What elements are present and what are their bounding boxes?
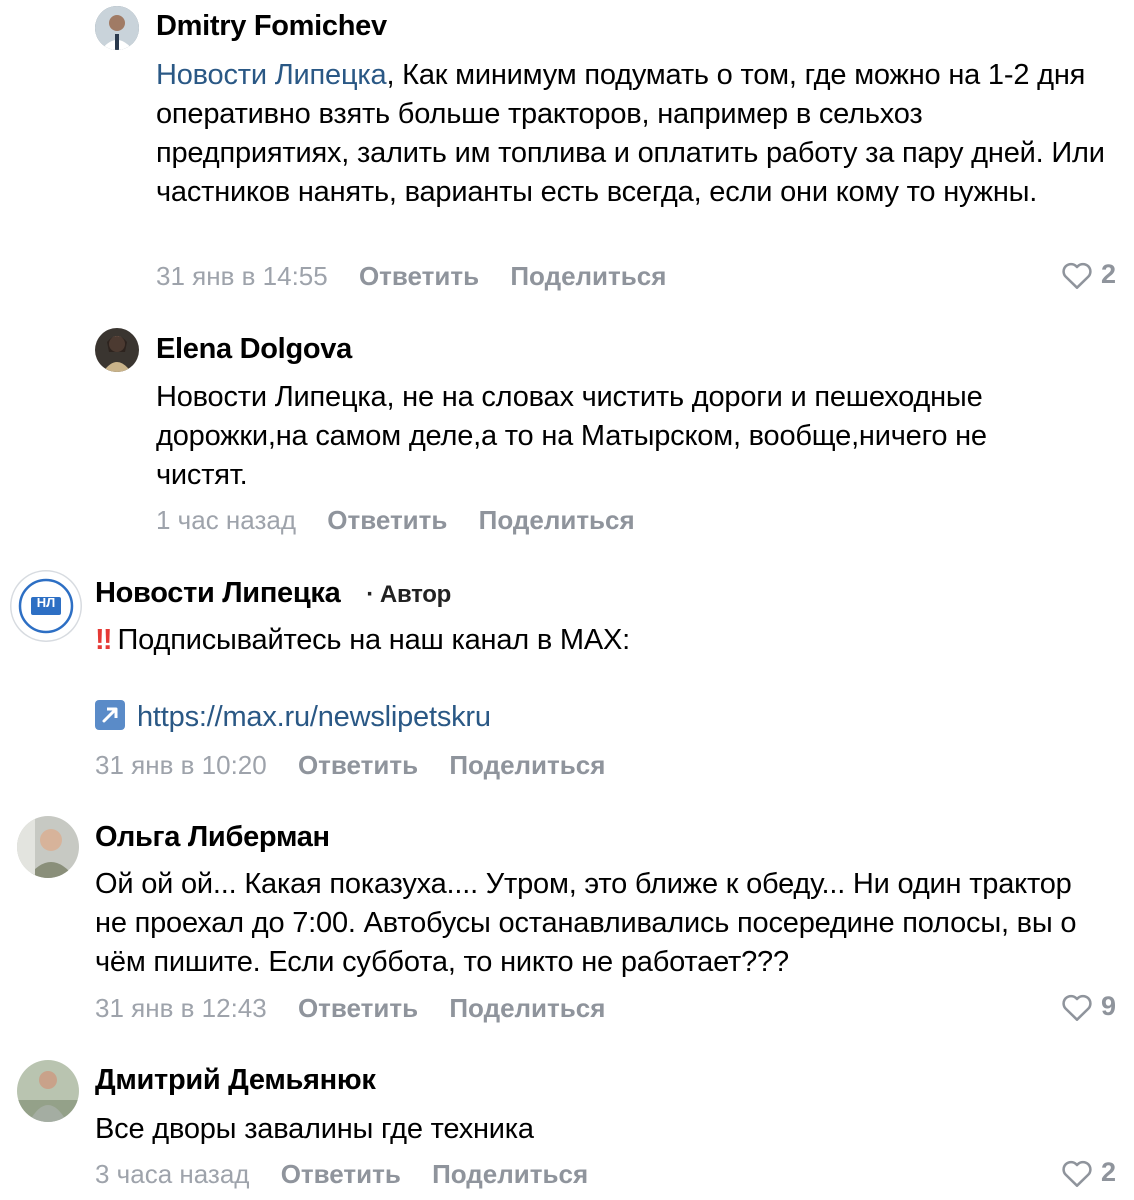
external-link-icon (95, 700, 125, 730)
like-button[interactable]: 2 (1061, 1157, 1116, 1188)
reply-button[interactable]: Ответить (281, 1159, 401, 1189)
comment-author-name[interactable]: Dmitry Fomichev (156, 10, 387, 43)
comment-body: Подписывайтесь на наш канал в MAX: (117, 624, 631, 656)
comment-link-line: https://max.ru/newslipetskru (95, 698, 1095, 737)
like-count: 2 (1100, 1157, 1116, 1187)
reply-button[interactable]: Ответить (298, 993, 418, 1023)
share-button[interactable]: Поделиться (449, 750, 605, 780)
avatar[interactable] (95, 6, 139, 50)
author-badge: · Автор (366, 581, 451, 608)
share-button[interactable]: Поделиться (479, 505, 635, 535)
comment-meta: 31 янв в 12:43 Ответить Поделиться (95, 993, 605, 1024)
comment-author-name[interactable]: Новости Липецка · Автор (95, 577, 451, 610)
reply-button[interactable]: Ответить (327, 505, 447, 535)
author-badge-label: Автор (379, 581, 451, 608)
reply-button[interactable]: Ответить (298, 750, 418, 780)
avatar[interactable] (17, 1060, 79, 1122)
mention-link[interactable]: Новости Липецка (156, 59, 387, 91)
share-button[interactable]: Поделиться (432, 1159, 588, 1189)
comment-timestamp[interactable]: 3 часа назад (95, 1159, 249, 1189)
comment-timestamp[interactable]: 31 янв в 10:20 (95, 750, 267, 780)
comment-meta: 31 янв в 10:20 Ответить Поделиться (95, 750, 605, 781)
heart-icon (1062, 1160, 1092, 1187)
avatar[interactable] (17, 816, 79, 878)
like-count: 9 (1100, 991, 1116, 1021)
reply-button[interactable]: Ответить (359, 261, 479, 291)
double-exclamation-icon: ‼ (95, 624, 112, 656)
author-badge-dot: · (366, 581, 374, 608)
comment-timestamp[interactable]: 1 час назад (156, 505, 296, 535)
heart-icon (1062, 262, 1092, 289)
avatar[interactable] (95, 328, 139, 372)
comment-text: Новости Липецка, Как минимум подумать о … (156, 56, 1116, 212)
comment-author-name[interactable]: Ольга Либерман (95, 821, 330, 854)
author-name-text[interactable]: Новости Липецка (95, 577, 341, 609)
avatar[interactable]: НЛ (10, 570, 82, 642)
comment-author-name[interactable]: Elena Dolgova (156, 333, 352, 366)
comment-text: Ой ой ой... Какая показуха.... Утром, эт… (95, 868, 1077, 978)
like-button[interactable]: 2 (1061, 259, 1116, 290)
heart-icon (1062, 994, 1092, 1021)
comment-meta: 31 янв в 14:55 Ответить Поделиться (156, 261, 666, 292)
comment-text: ‼ Подписывайтесь на наш канал в MAX: (95, 621, 1095, 660)
like-button[interactable]: 9 (1061, 991, 1116, 1022)
share-button[interactable]: Поделиться (510, 261, 666, 291)
comment-meta: 1 час назад Ответить Поделиться (156, 505, 635, 536)
comment-meta: 3 часа назад Ответить Поделиться (95, 1159, 588, 1190)
comment-text: Все дворы завалины где техника (95, 1113, 534, 1145)
like-count: 2 (1100, 259, 1116, 289)
channel-link[interactable]: https://max.ru/newslipetskru (137, 701, 491, 733)
comment-timestamp[interactable]: 31 янв в 14:55 (156, 261, 328, 291)
comment-author-name[interactable]: Дмитрий Демьянюк (95, 1064, 376, 1097)
comment-timestamp[interactable]: 31 янв в 12:43 (95, 993, 267, 1023)
comment-text: Новости Липецка, не на словах чистить до… (156, 381, 987, 491)
share-button[interactable]: Поделиться (449, 993, 605, 1023)
avatar-initials: НЛ (36, 595, 56, 610)
